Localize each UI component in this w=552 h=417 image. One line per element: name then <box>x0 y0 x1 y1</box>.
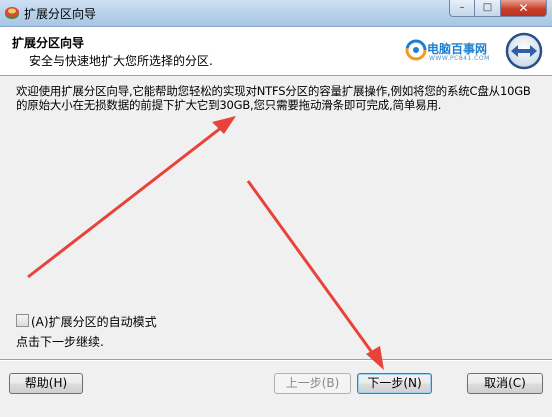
page-subtitle: 安全与快速地扩大您所选择的分区. <box>29 54 213 68</box>
close-icon: ✕ <box>518 1 529 15</box>
help-button[interactable]: 帮助(H) <box>9 373 83 394</box>
app-icon <box>5 7 19 19</box>
logo-icon <box>405 39 427 61</box>
footer-divider <box>0 359 552 361</box>
auto-mode-label[interactable]: (A)扩展分区的自动模式 <box>31 313 157 330</box>
wizard-header: 扩展分区向导 安全与快速地扩大您所选择的分区. 电脑百事网 WWW.PC841.… <box>0 27 552 76</box>
title-bar: 扩展分区向导 – □ ✕ <box>0 0 552 27</box>
next-button[interactable]: 下一步(N) <box>357 373 432 394</box>
wizard-body: 欢迎使用扩展分区向导,它能帮助您轻松的实现对NTFS分区的容量扩展操作,例如将您… <box>0 76 552 359</box>
maximize-button[interactable]: □ <box>475 0 501 17</box>
page-title: 扩展分区向导 <box>12 36 85 50</box>
cancel-button[interactable]: 取消(C) <box>467 373 543 394</box>
continue-hint: 点击下一步继续. <box>16 335 104 349</box>
maximize-icon: □ <box>482 2 493 13</box>
auto-mode-checkbox[interactable] <box>16 314 29 327</box>
description-text: 欢迎使用扩展分区向导,它能帮助您轻松的实现对NTFS分区的容量扩展操作,例如将您… <box>16 84 531 112</box>
minimize-icon: – <box>459 2 465 13</box>
logo-url: WWW.PC841.COM <box>429 55 490 62</box>
wizard-arrows-icon <box>505 32 543 70</box>
close-button[interactable]: ✕ <box>501 0 547 17</box>
watermark-logo: 电脑百事网 WWW.PC841.COM <box>405 39 497 65</box>
back-button[interactable]: 上一步(B) <box>274 373 351 394</box>
window-title: 扩展分区向导 <box>24 7 97 21</box>
minimize-button[interactable]: – <box>449 0 475 17</box>
